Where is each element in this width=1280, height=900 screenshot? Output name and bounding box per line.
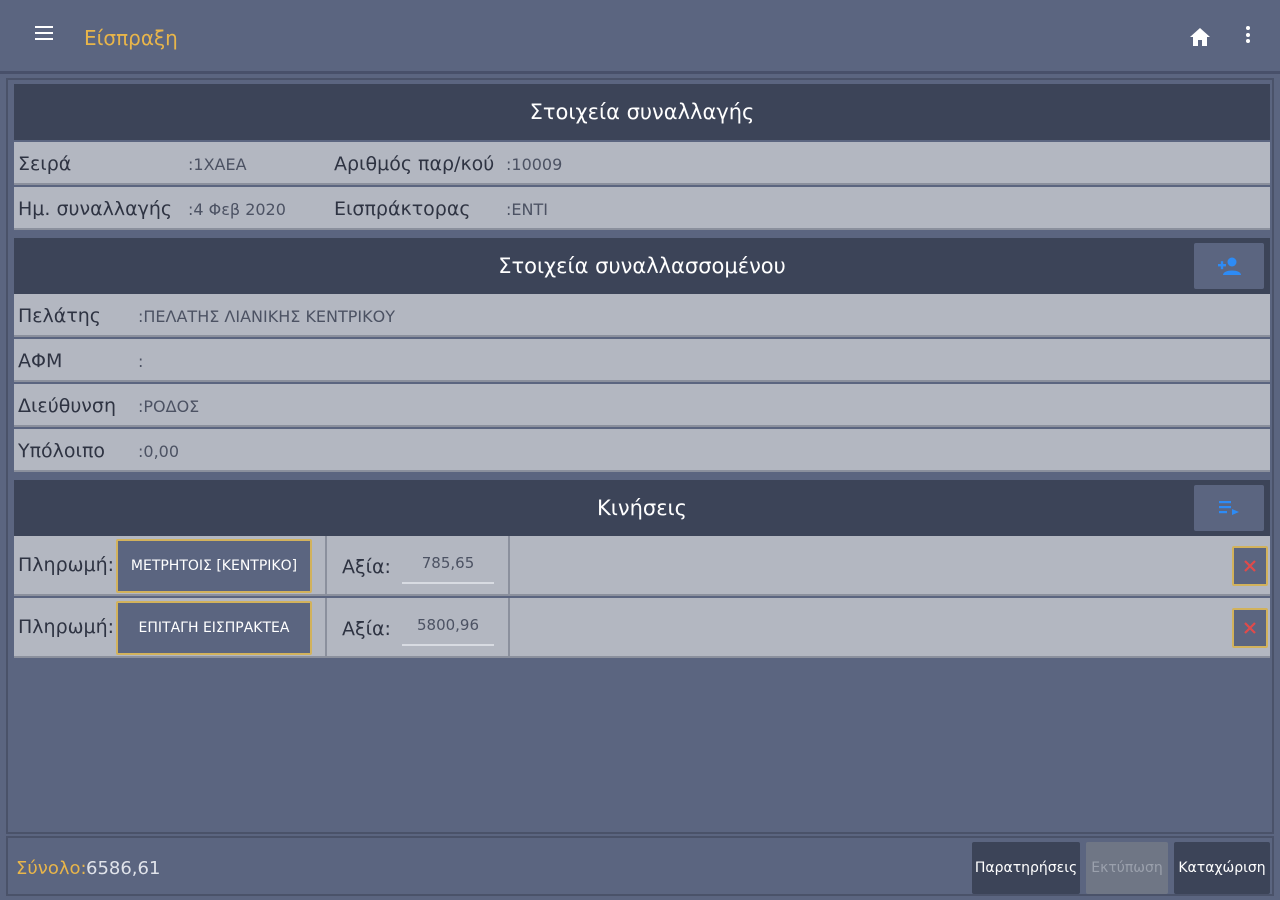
series-label: Σειρά [18, 153, 72, 175]
close-icon [1244, 560, 1256, 572]
total-value: 6586,61 [86, 858, 161, 879]
divider [325, 598, 327, 658]
value-label: Αξία: [342, 556, 391, 578]
customer-row-balance: Υπόλοιπο :0,00 [14, 429, 1270, 472]
client-value: :ΠΕΛΑΤΗΣ ΛΙΑΝΙΚΗΣ ΚΕΝΤΡΙΚΟΥ [138, 307, 396, 326]
divider [325, 536, 327, 596]
transaction-row-date: Ημ. συναλλαγής :4 Φεβ 2020 Εισπράκτορας … [14, 187, 1270, 230]
total-label: Σύνολο: [16, 858, 87, 879]
customer-header-title: Στοιχεία συναλλασσομένου [498, 254, 786, 278]
home-icon[interactable] [1188, 26, 1212, 48]
save-button[interactable]: Καταχώριση [1174, 842, 1270, 894]
delete-row-button[interactable] [1232, 608, 1268, 648]
value-label: Αξία: [342, 618, 391, 640]
customer-row-address: Διεύθυνση :ΡΟΔΟΣ [14, 384, 1270, 427]
customer-row-afm: ΑΦΜ : [14, 339, 1270, 382]
transaction-row-series: Σειρά :1ΧΑΕΑ Αριθμός παρ/κού :10009 [14, 142, 1270, 185]
playlist-add-icon [1219, 501, 1239, 515]
collector-value: :ΕΝΤΙ [506, 200, 548, 219]
payment-label: Πληρωμή: [18, 554, 115, 576]
menu-icon[interactable] [30, 22, 58, 50]
add-customer-button[interactable] [1194, 243, 1264, 289]
page-title: Είσπραξη [84, 26, 178, 50]
date-label: Ημ. συναλλαγής [18, 198, 173, 220]
payment-label: Πληρωμή: [18, 616, 115, 638]
movement-row: Πληρωμή: ΜΕΤΡΗΤΟΙΣ [ΚΕΝΤΡΙΚΟ] Αξία: [14, 536, 1270, 596]
amount-input[interactable] [402, 606, 494, 646]
document-number-value: :10009 [506, 155, 563, 174]
more-vert-icon[interactable] [1240, 26, 1256, 48]
address-label: Διεύθυνση [18, 395, 117, 417]
delete-row-button[interactable] [1232, 546, 1268, 586]
client-label: Πελάτης [18, 305, 101, 327]
app-bar: Είσπραξη [0, 0, 1280, 74]
movement-row: Πληρωμή: ΕΠΙΤΑΓΗ ΕΙΣΠΡΑΚΤΕΑ Αξία: [14, 598, 1270, 658]
address-value: :ΡΟΔΟΣ [138, 397, 200, 416]
series-value: :1ΧΑΕΑ [188, 155, 247, 174]
afm-value: : [138, 352, 144, 371]
footer-bar: Σύνολο: 6586,61 Παρατηρήσεις Εκτύπωση Κα… [6, 836, 1274, 896]
notes-button[interactable]: Παρατηρήσεις [972, 842, 1080, 894]
collector-label: Εισπράκτορας [334, 198, 471, 220]
divider [508, 598, 510, 658]
payment-method-button[interactable]: ΕΠΙΤΑΓΗ ΕΙΣΠΡΑΚΤΕΑ [116, 601, 312, 655]
transaction-header: Στοιχεία συναλλαγής [14, 84, 1270, 140]
main-sheet: Στοιχεία συναλλαγής Σειρά :1ΧΑΕΑ Αριθμός… [6, 78, 1274, 834]
add-movement-button[interactable] [1194, 485, 1264, 531]
date-value: :4 Φεβ 2020 [188, 200, 286, 219]
transaction-header-title: Στοιχεία συναλλαγής [529, 100, 755, 124]
amount-input[interactable] [402, 544, 494, 584]
payment-method-button[interactable]: ΜΕΤΡΗΤΟΙΣ [ΚΕΝΤΡΙΚΟ] [116, 539, 312, 593]
afm-label: ΑΦΜ [18, 350, 63, 372]
movements-header: Κινήσεις [14, 480, 1270, 536]
close-icon [1244, 622, 1256, 634]
person-add-icon [1218, 257, 1241, 275]
divider [508, 536, 510, 596]
balance-value: :0,00 [138, 442, 180, 461]
document-number-label: Αριθμός παρ/κού [334, 153, 495, 175]
customer-header: Στοιχεία συναλλασσομένου [14, 238, 1270, 294]
balance-label: Υπόλοιπο [18, 440, 106, 462]
movements-header-title: Κινήσεις [596, 496, 687, 520]
print-button[interactable]: Εκτύπωση [1086, 842, 1168, 894]
customer-row-client: Πελάτης :ΠΕΛΑΤΗΣ ΛΙΑΝΙΚΗΣ ΚΕΝΤΡΙΚΟΥ [14, 294, 1270, 337]
